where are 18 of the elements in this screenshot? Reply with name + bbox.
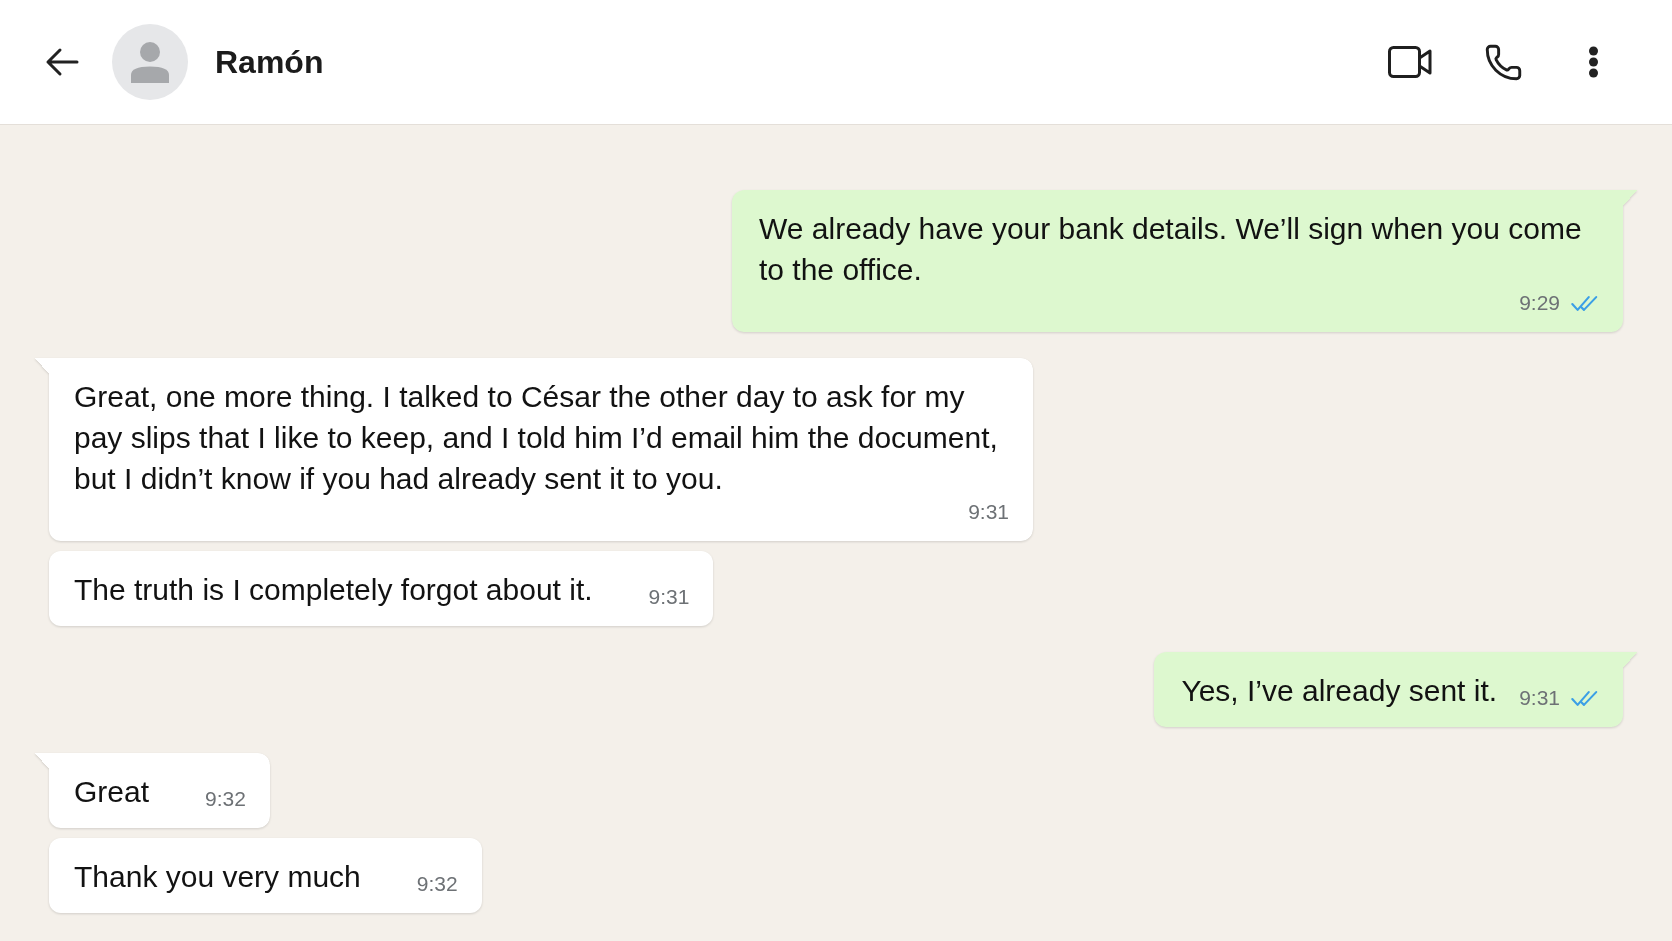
back-arrow-icon[interactable] — [45, 47, 79, 77]
message-text: Thank you very much — [74, 859, 361, 895]
message-time: 9:29 — [1519, 291, 1560, 315]
message-text: Great, one more thing. I talked to César the other day to ask for my pay slips that I like to keep, and I told him I’d email him the document, but I didn’t know if you had already sent it to you. — [74, 379, 999, 497]
more-options-icon[interactable] — [1588, 46, 1599, 78]
message-text: Yes, I’ve already sent it. — [1181, 673, 1498, 709]
message-time: 9:31 — [648, 585, 690, 609]
message-time: 9:31 — [1519, 686, 1560, 710]
video-camera-icon[interactable] — [1388, 46, 1432, 78]
contact-name: Ramón — [215, 43, 324, 81]
message-time: 9:32 — [205, 787, 246, 811]
phone-icon[interactable] — [1484, 42, 1523, 82]
message-text: We already have your bank details. We’ll sign when you come to the office. — [759, 211, 1583, 288]
person-avatar-icon — [112, 24, 188, 100]
message-text: Great — [74, 774, 150, 810]
message-text: The truth is I completely forgot about it. — [74, 572, 593, 608]
message-time: 9:32 — [416, 872, 458, 896]
message-time: 9:31 — [968, 500, 1009, 524]
